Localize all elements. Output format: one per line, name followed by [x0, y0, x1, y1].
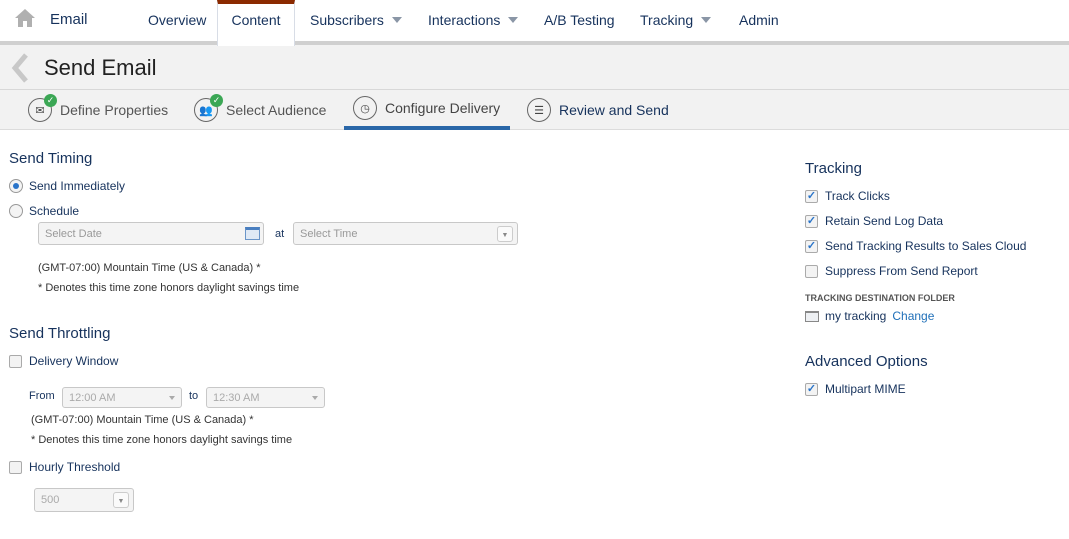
nav-subscribers[interactable]: Subscribers	[310, 12, 402, 28]
checkbox[interactable]: ✓	[805, 239, 818, 253]
nav-label: Subscribers	[310, 12, 384, 28]
at-label: at	[275, 228, 285, 240]
schedule-radio[interactable]: Schedule	[9, 204, 79, 218]
check-icon: ✓	[210, 94, 223, 107]
suppress-report-checkbox[interactable]: Suppress From Send Report	[805, 264, 978, 278]
chevron-down-icon	[312, 396, 318, 400]
step-review-and-send[interactable]: ☰ Review and Send	[527, 90, 669, 130]
chevron-down-icon[interactable]: ▼	[113, 492, 129, 508]
chevron-down-icon	[701, 17, 712, 23]
step-define-properties[interactable]: ✉ ✓ Define Properties	[28, 90, 168, 130]
delivery-window-checkbox[interactable]: Delivery Window	[9, 354, 118, 368]
retain-send-log-checkbox[interactable]: ✓ Retain Send Log Data	[805, 214, 943, 228]
step-select-audience[interactable]: 👥 ✓ Select Audience	[194, 90, 326, 130]
envelope-icon: ✉ ✓	[28, 94, 57, 122]
chevron-down-icon	[169, 396, 175, 400]
tracking-title: Tracking	[805, 160, 862, 177]
change-folder-link[interactable]: Change	[892, 309, 934, 323]
check-icon: ✓	[44, 94, 57, 107]
sales-cloud-checkbox[interactable]: ✓ Send Tracking Results to Sales Cloud	[805, 239, 1026, 253]
checkbox[interactable]: ✓	[805, 189, 818, 203]
checkbox-label: Multipart MIME	[825, 382, 906, 396]
time-placeholder: Select Time	[300, 227, 358, 240]
select-date-input[interactable]: Select Date	[38, 222, 264, 245]
send-timing-title: Send Timing	[9, 150, 93, 167]
step-label: Select Audience	[226, 102, 327, 118]
nav-admin[interactable]: Admin	[739, 12, 779, 28]
clock-icon: ◷	[353, 96, 377, 120]
checkbox[interactable]	[9, 460, 22, 474]
date-placeholder: Select Date	[45, 227, 102, 240]
timezone-text: (GMT-07:00) Mountain Time (US & Canada) …	[38, 262, 261, 274]
select-time-dropdown[interactable]: Select Time ▼	[293, 222, 518, 245]
nav-tracking[interactable]: Tracking	[640, 12, 712, 28]
radio-button[interactable]	[9, 179, 23, 193]
checkbox-label: Retain Send Log Data	[825, 214, 944, 228]
chevron-down-icon	[391, 17, 402, 23]
from-value: 12:00 AM	[69, 391, 116, 404]
step-label: Configure Delivery	[385, 100, 501, 116]
calendar-icon[interactable]	[245, 227, 260, 240]
radio-label: Send Immediately	[29, 179, 126, 193]
dst-note: * Denotes this time zone honors daylight…	[31, 434, 293, 446]
top-nav: Email Overview Subscribers Interactions …	[0, 0, 1069, 45]
page-header: Send Email	[0, 45, 1069, 90]
timezone-text: (GMT-07:00) Mountain Time (US & Canada) …	[31, 414, 254, 426]
home-icon[interactable]	[14, 8, 36, 28]
list-icon: ☰	[527, 98, 551, 122]
hourly-threshold-checkbox[interactable]: Hourly Threshold	[9, 460, 120, 474]
checkbox[interactable]	[9, 354, 22, 368]
step-label: Review and Send	[559, 102, 669, 118]
send-immediately-radio[interactable]: Send Immediately	[9, 179, 125, 193]
to-value: 12:30 AM	[213, 391, 260, 404]
from-label: From	[29, 390, 55, 402]
checkbox-label: Hourly Threshold	[29, 460, 121, 474]
tracking-folder: my tracking Change	[805, 309, 934, 323]
folder-name: my tracking	[825, 309, 887, 323]
send-throttling-title: Send Throttling	[9, 325, 111, 342]
from-time-select[interactable]: 12:00 AM	[62, 387, 182, 408]
audience-icon: 👥 ✓	[194, 94, 223, 122]
track-clicks-checkbox[interactable]: ✓ Track Clicks	[805, 189, 890, 203]
nav-ab-testing[interactable]: A/B Testing	[544, 12, 615, 28]
folder-heading: TRACKING DESTINATION FOLDER	[805, 293, 955, 303]
folder-icon	[805, 310, 819, 322]
nav-interactions[interactable]: Interactions	[428, 12, 519, 28]
checkbox-label: Send Tracking Results to Sales Cloud	[825, 239, 1027, 253]
checkbox[interactable]: ✓	[805, 214, 818, 228]
nav-label: Interactions	[428, 12, 501, 28]
checkbox[interactable]: ✓	[805, 382, 818, 396]
chevron-down-icon	[508, 17, 519, 23]
dst-note: * Denotes this time zone honors daylight…	[38, 282, 300, 294]
nav-overview[interactable]: Overview	[148, 12, 206, 28]
step-label: Define Properties	[60, 102, 169, 118]
threshold-value: 500	[41, 494, 60, 506]
radio-label: Schedule	[29, 204, 80, 218]
radio-button[interactable]	[9, 204, 23, 218]
app-title[interactable]: Email	[50, 11, 88, 28]
chevron-down-icon[interactable]: ▼	[497, 226, 513, 242]
multipart-mime-checkbox[interactable]: ✓ Multipart MIME	[805, 382, 906, 396]
nav-label: Tracking	[640, 12, 694, 28]
step-bar: ✉ ✓ Define Properties 👥 ✓ Select Audience …	[0, 90, 1069, 130]
checkbox[interactable]	[805, 264, 818, 278]
to-time-select[interactable]: 12:30 AM	[206, 387, 325, 408]
nav-content[interactable]: Content	[217, 0, 295, 46]
back-icon[interactable]	[10, 53, 30, 83]
to-label: to	[189, 390, 199, 402]
checkbox-label: Track Clicks	[825, 189, 890, 203]
checkbox-label: Suppress From Send Report	[825, 264, 978, 278]
hourly-threshold-select[interactable]: 500 ▼	[34, 488, 134, 512]
checkbox-label: Delivery Window	[29, 354, 119, 368]
page-title: Send Email	[44, 55, 157, 80]
advanced-options-title: Advanced Options	[805, 353, 928, 370]
step-configure-delivery[interactable]: ◷ Configure Delivery	[344, 90, 510, 130]
